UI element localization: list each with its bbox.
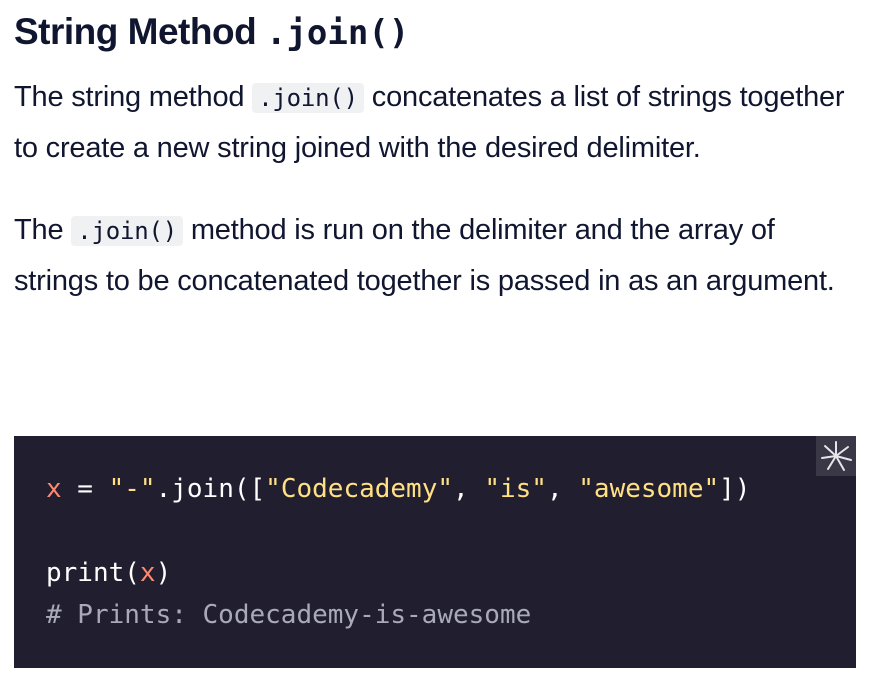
content: String Method .join() The string method …: [14, 0, 856, 306]
code-sep-1: ,: [453, 474, 485, 504]
page-title: String Method .join(): [14, 0, 856, 60]
p1-inline-code: .join(): [252, 83, 364, 113]
code-line-3: print(x): [46, 552, 856, 594]
description-paragraph-2: The .join() method is run on the delimit…: [14, 205, 856, 306]
code-comment: # Prints: Codecademy-is-awesome: [46, 600, 532, 630]
code-string-2: "is": [484, 474, 547, 504]
code-delim: "-": [108, 474, 156, 504]
code-print-close: ): [155, 558, 172, 588]
code-line-1: x = "-".join(["Codecademy", "is", "aweso…: [46, 468, 856, 510]
code-print-fn: print(: [46, 558, 140, 588]
code-string-1: "Codecademy": [265, 474, 454, 504]
code-assign: =: [61, 474, 109, 504]
title-code: .join(): [265, 13, 410, 53]
code-block[interactable]: x = "-".join(["Codecademy", "is", "aweso…: [14, 436, 856, 668]
code-sep-2: ,: [546, 474, 579, 504]
title-text: String Method: [14, 11, 266, 52]
p2-inline-code: .join(): [71, 216, 183, 246]
code-print-arg: x: [139, 558, 156, 588]
code-join-call: .join([: [155, 474, 266, 504]
description-paragraph-1: The string method .join() concatenates a…: [14, 72, 856, 173]
code-close: ]): [719, 474, 751, 504]
p2-text-before: The: [14, 214, 72, 246]
sparkle-icon[interactable]: [816, 436, 856, 476]
code-var: x: [46, 474, 62, 504]
code-string-3: "awesome": [578, 474, 720, 504]
p1-text-before: The string method: [14, 81, 253, 113]
